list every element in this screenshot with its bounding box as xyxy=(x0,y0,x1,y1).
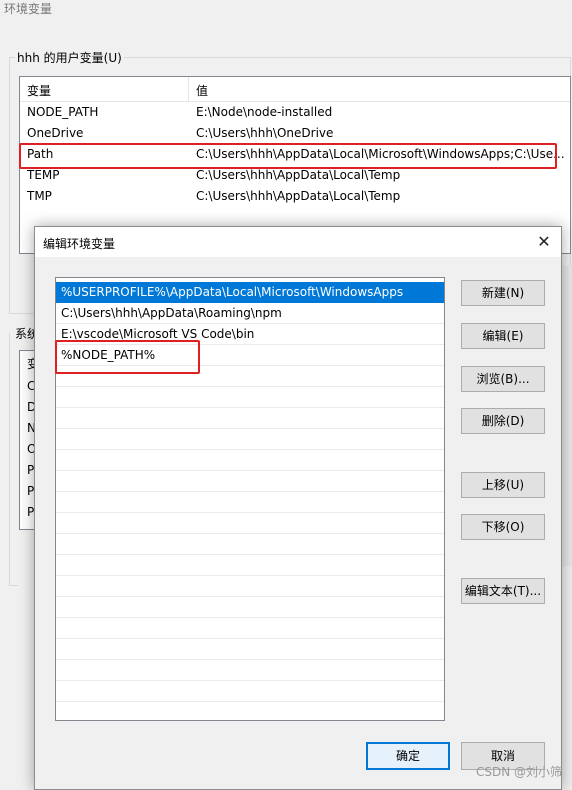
entry-text: %NODE_PATH% xyxy=(61,348,156,362)
column-header-variable[interactable]: 变量 xyxy=(27,82,51,99)
system-variables-group xyxy=(9,333,18,586)
empty-row[interactable] xyxy=(56,660,444,681)
empty-row[interactable] xyxy=(56,534,444,555)
empty-row[interactable] xyxy=(56,429,444,450)
variable-value: C:\Users\hhh\OneDrive xyxy=(196,126,334,140)
list-header: 变量 值 xyxy=(20,77,570,102)
empty-row[interactable] xyxy=(56,618,444,639)
dialog-title: 编辑环境变量 xyxy=(43,237,116,251)
new-button[interactable]: 新建(N) xyxy=(461,280,545,306)
empty-row[interactable] xyxy=(56,408,444,429)
variable-row-tmp[interactable]: TMP C:\Users\hhh\AppData\Local\Temp xyxy=(20,186,570,207)
delete-button[interactable]: 删除(D) xyxy=(461,408,545,434)
list-item[interactable]: E:\vscode\Microsoft VS Code\bin xyxy=(56,324,444,345)
variable-row-temp[interactable]: TEMP C:\Users\hhh\AppData\Local\Temp xyxy=(20,165,570,186)
empty-row[interactable] xyxy=(56,387,444,408)
empty-row[interactable] xyxy=(56,597,444,618)
move-up-button[interactable]: 上移(U) xyxy=(461,472,545,498)
list-item[interactable]: C:\Users\hhh\AppData\Roaming\npm xyxy=(56,303,444,324)
user-variables-label: hhh 的用户变量(U) xyxy=(15,49,124,66)
close-icon[interactable]: ✕ xyxy=(527,227,561,257)
variable-name: TEMP xyxy=(27,168,60,182)
empty-row[interactable] xyxy=(56,450,444,471)
browse-button[interactable]: 浏览(B)... xyxy=(461,366,545,392)
variable-row-onedrive[interactable]: OneDrive C:\Users\hhh\OneDrive xyxy=(20,123,570,144)
ok-button[interactable]: 确定 xyxy=(366,742,450,770)
dialog-titlebar: 编辑环境变量 ✕ xyxy=(35,227,561,257)
variable-value: C:\Users\hhh\AppData\Local\Microsoft\Win… xyxy=(196,147,565,161)
empty-row[interactable] xyxy=(56,681,444,702)
variable-row-path[interactable]: Path C:\Users\hhh\AppData\Local\Microsof… xyxy=(20,144,570,165)
path-entries-list[interactable]: %USERPROFILE%\AppData\Local\Microsoft\Wi… xyxy=(55,277,445,721)
edit-environment-variable-dialog: 编辑环境变量 ✕ %USERPROFILE%\AppData\Local\Mic… xyxy=(34,226,562,790)
entry-text: E:\vscode\Microsoft VS Code\bin xyxy=(61,327,255,341)
variable-value: C:\Users\hhh\AppData\Local\Temp xyxy=(196,189,401,203)
variable-value: C:\Users\hhh\AppData\Local\Temp xyxy=(196,168,401,182)
move-down-button[interactable]: 下移(O) xyxy=(461,514,545,540)
column-header-value[interactable]: 值 xyxy=(196,82,208,99)
variable-name: Path xyxy=(27,147,54,161)
edit-text-button[interactable]: 编辑文本(T)... xyxy=(461,578,545,604)
watermark: CSDN @刘小筛 xyxy=(475,765,562,779)
variable-name: OneDrive xyxy=(27,126,84,140)
empty-row[interactable] xyxy=(56,492,444,513)
variable-row-node-path[interactable]: NODE_PATH E:\Node\node-installed xyxy=(20,102,570,123)
empty-row[interactable] xyxy=(56,639,444,660)
empty-row[interactable] xyxy=(56,366,444,387)
empty-row[interactable] xyxy=(56,555,444,576)
entry-text: %USERPROFILE%\AppData\Local\Microsoft\Wi… xyxy=(61,285,404,299)
variable-name: NODE_PATH xyxy=(27,105,99,119)
empty-row[interactable] xyxy=(56,513,444,534)
list-item[interactable]: %NODE_PATH% xyxy=(56,345,444,366)
empty-row[interactable] xyxy=(56,471,444,492)
variable-name: TMP xyxy=(27,189,52,203)
window-title: 环境变量 xyxy=(4,2,53,16)
entry-text: C:\Users\hhh\AppData\Roaming\npm xyxy=(61,306,282,320)
list-item-selected[interactable]: %USERPROFILE%\AppData\Local\Microsoft\Wi… xyxy=(56,282,444,303)
empty-row[interactable] xyxy=(56,576,444,597)
edit-button[interactable]: 编辑(E) xyxy=(461,323,545,349)
variable-value: E:\Node\node-installed xyxy=(196,105,333,119)
